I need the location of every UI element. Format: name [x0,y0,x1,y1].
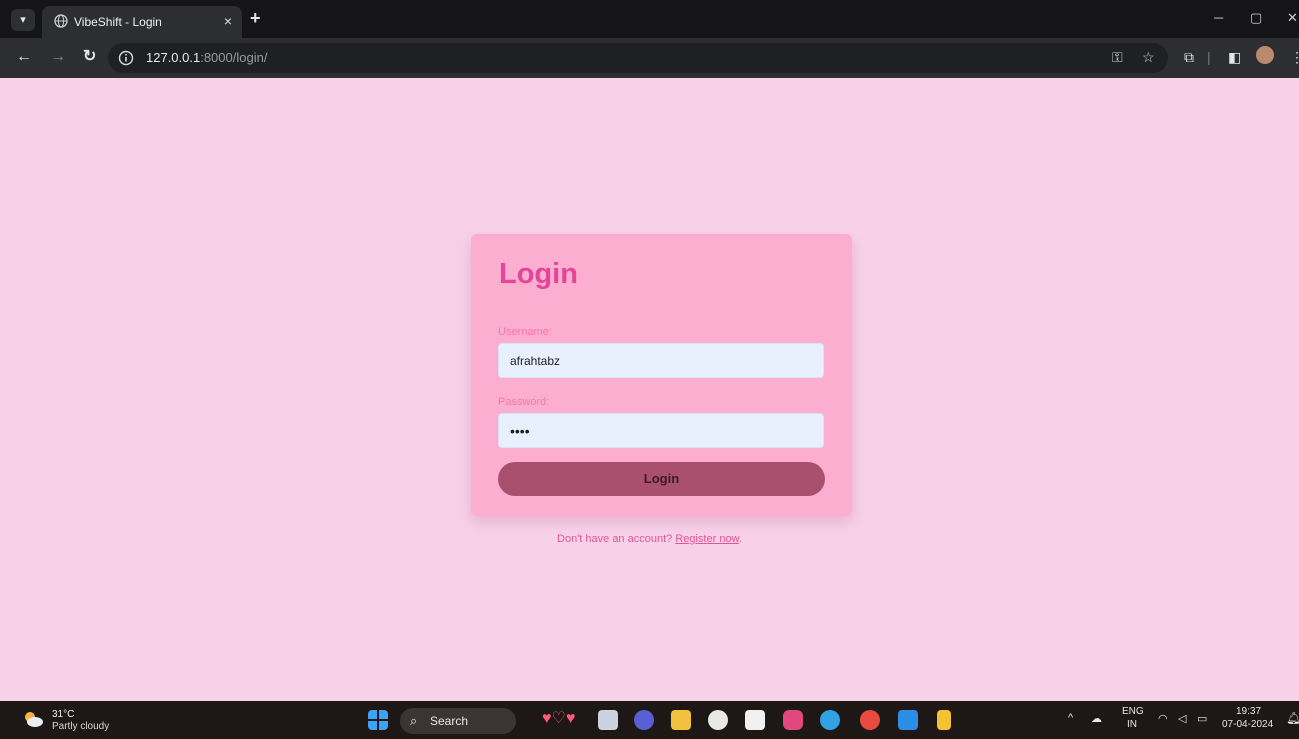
chrome-icon[interactable] [860,710,880,730]
site-info-icon[interactable] [118,50,134,66]
minimize-icon[interactable]: ─ [1214,10,1223,25]
battery-icon[interactable]: ▭ [1197,712,1207,725]
close-icon[interactable]: ✕ [1287,10,1298,26]
region-label[interactable]: IN [1127,719,1137,730]
tab-close-icon[interactable]: × [224,13,232,29]
language-label[interactable]: ENG [1122,706,1144,717]
login-page: Login Username: Password: Login Don't ha… [0,78,1299,701]
password-field[interactable] [498,413,824,448]
register-prompt-text: Don't have an account? [557,533,676,545]
clock-time[interactable]: 19:37 [1236,706,1261,717]
register-prompt: Don't have an account? Register now. [0,533,1299,545]
address-bar[interactable]: 127.0.0.1:8000/login/ ⚿ ☆ [108,43,1168,73]
file-explorer-icon[interactable] [671,710,691,730]
username-label: Username: [498,326,552,338]
file-manager-icon[interactable] [937,710,951,730]
restore-icon[interactable]: ▢ [1250,10,1262,26]
store-icon[interactable] [745,710,765,730]
notification-bell-icon[interactable]: 🔔︎ [1286,711,1299,725]
new-tab-button[interactable]: + [250,8,261,29]
dell-icon[interactable] [708,710,728,730]
login-card: Login Username: Password: Login [471,234,852,516]
menu-icon[interactable]: ⋮ [1290,49,1299,66]
extensions-icon[interactable]: ⧉ [1184,49,1194,66]
back-icon[interactable]: ← [16,48,32,66]
tab-title: VibeShift - Login [74,15,162,29]
taskbar: 31°C Partly cloudy ⌕ Search ♥♡♥ ^ ☁ ENG … [0,701,1299,739]
cloud-icon[interactable]: ☁ [1091,712,1102,725]
profile-avatar-icon[interactable] [1256,46,1274,64]
register-link[interactable]: Register now [675,533,739,545]
vscode-icon[interactable] [898,710,918,730]
url-text: 127.0.0.1:8000/login/ [146,50,268,65]
browser-tab[interactable]: VibeShift - Login × [42,6,242,38]
chevron-up-icon[interactable]: ^ [1068,712,1073,724]
edge-icon[interactable] [820,710,840,730]
chat-icon[interactable] [634,710,654,730]
taskbar-search[interactable]: ⌕ Search [400,708,516,734]
search-label: Search [430,714,469,728]
tab-list-icon[interactable]: ▾ [11,9,35,31]
side-panel-icon[interactable]: ◧ [1228,49,1241,66]
instagram-icon[interactable] [783,710,803,730]
bookmark-star-icon[interactable]: ☆ [1142,49,1155,66]
partly-cloudy-icon[interactable] [22,710,44,728]
wifi-icon[interactable]: ◠ [1158,712,1168,725]
toolbar-divider: | [1207,49,1211,65]
clock-date[interactable]: 07-04-2024 [1222,719,1273,730]
hearts-widget-icon[interactable]: ♥♡♥ [542,708,586,728]
windows-start-icon[interactable] [368,710,388,730]
password-label: Password: [498,396,550,408]
globe-icon [54,14,68,28]
password-key-icon[interactable]: ⚿ [1112,49,1123,66]
volume-icon[interactable]: ◁ [1178,712,1186,725]
weather-temperature: 31°C [52,709,75,720]
browser-toolbar: ← → ↻ 127.0.0.1:8000/login/ ⚿ ☆ ⧉ | ◧ ⋮ [0,38,1299,78]
browser-tab-strip: ▾ VibeShift - Login × + ─ ▢ ✕ [0,0,1299,38]
forward-icon[interactable]: → [50,48,66,66]
search-icon: ⌕ [410,713,418,728]
username-field[interactable] [498,343,824,378]
task-view-icon[interactable] [598,710,618,730]
reload-icon[interactable]: ↻ [83,48,96,66]
login-button[interactable]: Login [498,462,825,496]
register-suffix: . [738,533,742,545]
weather-description: Partly cloudy [52,721,110,732]
page-title: Login [499,258,578,290]
